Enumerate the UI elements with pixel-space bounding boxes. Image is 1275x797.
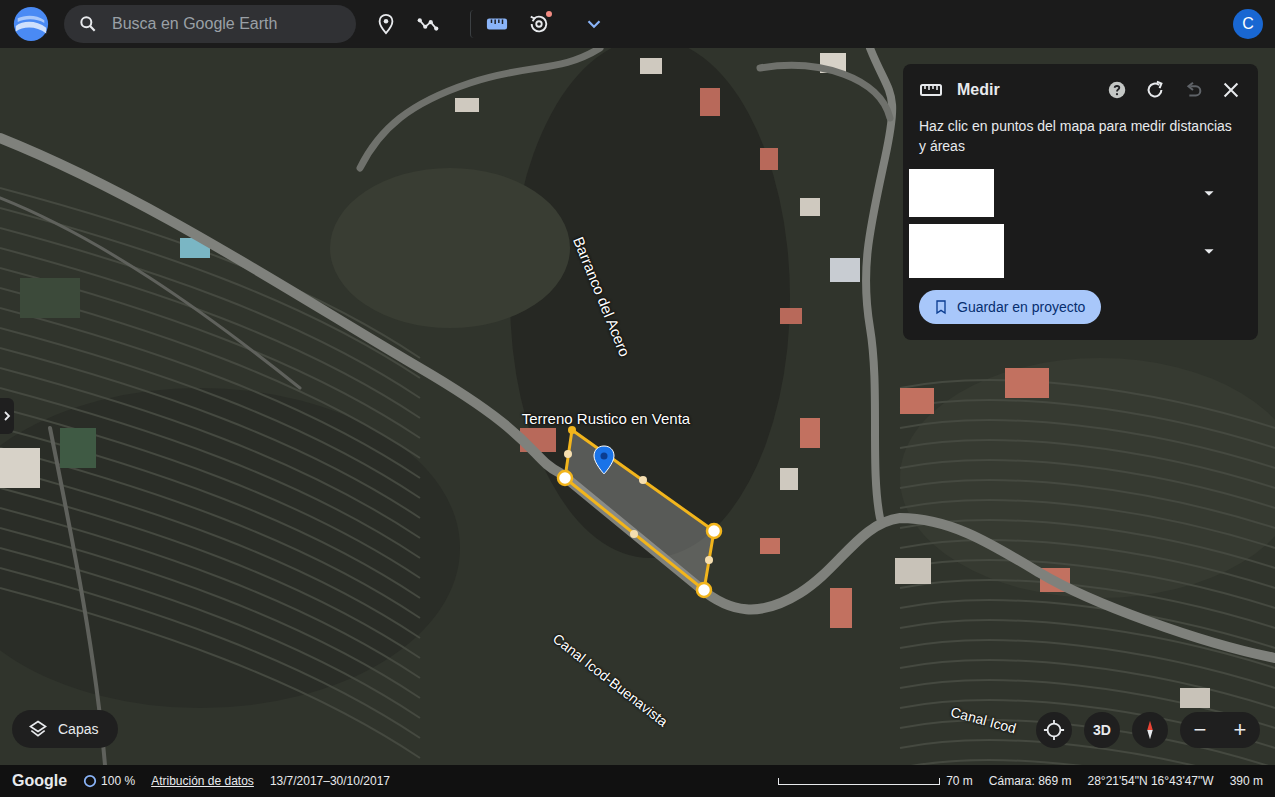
dropdown-arrow-icon[interactable] [1198,182,1220,204]
tool-group [372,10,605,38]
compass-icon [1139,719,1161,741]
layers-icon [28,719,48,739]
tool-button[interactable] [470,10,511,38]
scale-line [778,778,940,785]
3d-toggle-button[interactable]: 3D [1084,712,1120,748]
map-controls: 3D −+ [1036,712,1260,748]
chevron-down-icon[interactable] [583,13,605,35]
measure-panel: Medir Haz clic en puntos del mapa para me… [903,64,1258,340]
elevation: 390 m [1230,774,1263,788]
refresh-icon[interactable] [1144,79,1166,101]
close-icon[interactable] [1220,79,1242,101]
account-avatar[interactable]: C [1233,9,1263,39]
google-earth-app: C Barranco del AceroCanal Icod-Buenavista… [0,0,1275,797]
placemark-label[interactable]: Terreno Rustico en Venta [496,410,716,427]
panel-header: Medir [919,78,1242,102]
zoom-controls: −+ [1180,712,1260,748]
coordinates: 28°21'54"N 16°43'47"W [1088,774,1214,788]
notification-dot [546,11,552,17]
crosshair-icon [1043,719,1065,741]
search-box[interactable] [64,5,356,43]
my-location-button[interactable] [1036,712,1072,748]
layers-button[interactable]: Capas [12,710,118,748]
map-view[interactable]: Barranco del AceroCanal Icod-BuenavistaC… [0,48,1275,765]
instruction-text: Haz clic en puntos del mapa para medir d… [919,116,1242,156]
loading-ring-icon [83,774,97,788]
zoom-out-button[interactable]: − [1180,712,1220,748]
load-status: 100 % [83,774,135,788]
redacted-value [909,224,1004,278]
earth-logo-icon[interactable] [12,5,50,43]
zoom-in-button[interactable]: + [1220,712,1260,748]
ruler-icon [919,78,943,102]
save-button-label: Guardar en proyecto [957,299,1085,315]
top-bar: C [0,0,1275,48]
measure-result-row [909,222,1242,280]
side-panel-toggle[interactable] [0,398,14,434]
undo-icon[interactable] [1182,79,1204,101]
save-to-project-button[interactable]: Guardar en proyecto [919,290,1101,324]
measure-polygon[interactable] [558,426,721,597]
tool-button[interactable] [414,10,442,38]
layers-label: Capas [58,721,98,737]
status-bar: Google 100 % Atribución de datos 13/7/2017… [0,765,1275,797]
scale-bar: 70 m [778,774,973,788]
search-input[interactable] [110,14,342,34]
bookmark-icon [933,299,949,315]
tool-button[interactable] [372,10,400,38]
placemark-pin-icon[interactable] [593,445,615,475]
arrow-right-icon [2,408,12,424]
redacted-value [909,169,994,217]
data-attribution-link[interactable]: Atribución de datos [151,774,254,788]
imagery-dates: 13/7/2017–30/10/2017 [270,774,390,788]
google-brand: Google [12,772,67,790]
tool-button[interactable] [525,10,553,38]
help-icon[interactable] [1106,79,1128,101]
measure-result-row [909,164,1242,222]
compass-button[interactable] [1132,712,1168,748]
placemark-icon [375,13,397,35]
panel-title: Medir [957,81,1000,99]
ruler-icon [486,13,508,35]
scale-label: 70 m [946,774,973,788]
camera-altitude: Cámara: 869 m [989,774,1072,788]
panel-actions [1106,79,1242,101]
search-icon [78,14,98,34]
dropdown-arrow-icon[interactable] [1198,240,1220,262]
path-icon [417,13,439,35]
